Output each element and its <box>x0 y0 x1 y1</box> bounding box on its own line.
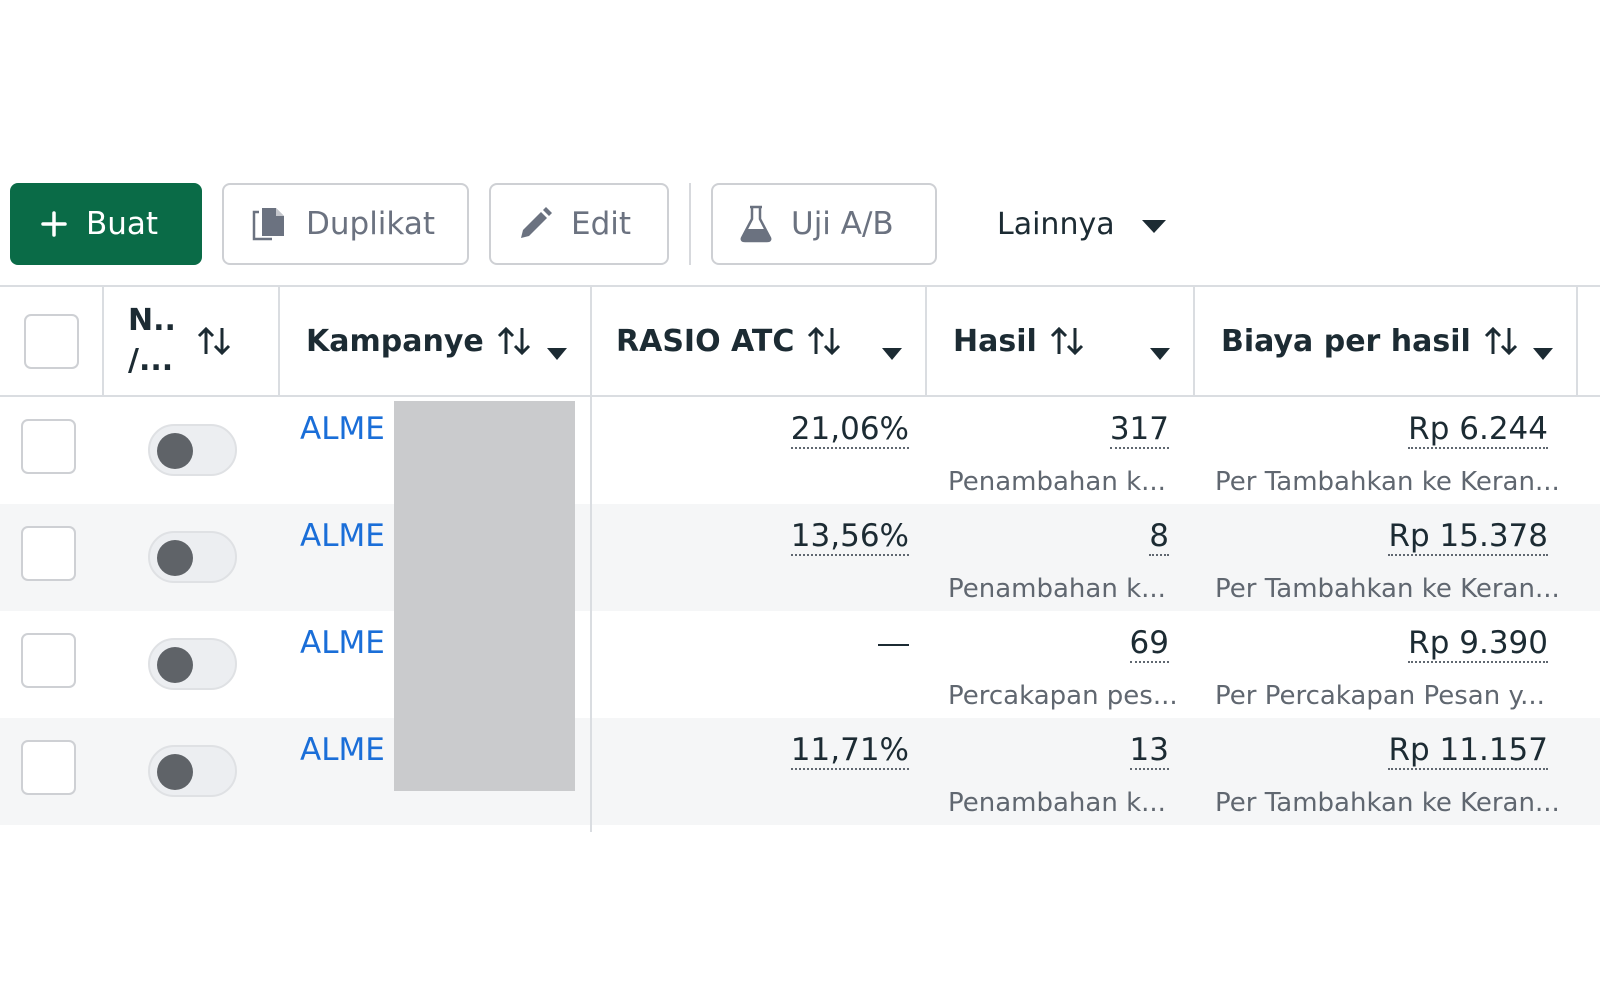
duplicate-button-label: Duplikat <box>306 206 435 242</box>
select-all-checkbox[interactable] <box>23 313 79 369</box>
atc-ratio-value[interactable]: 13,56% <box>790 518 909 556</box>
toolbar: Buat Duplikat Edit Uji A/B Lainnya <box>10 183 1167 265</box>
results-header-label: Hasil <box>953 323 1037 359</box>
header-atc-ratio[interactable]: RASIO ATC <box>592 287 927 395</box>
status-header-text: N.. /... <box>128 301 176 381</box>
create-button-label: Buat <box>86 206 159 242</box>
results-value[interactable]: 13 <box>1129 732 1169 770</box>
campaign-toggle[interactable] <box>148 531 237 583</box>
header-status[interactable]: N.. /... <box>104 287 280 395</box>
pencil-icon <box>517 206 553 242</box>
results-value[interactable]: 69 <box>1129 625 1169 663</box>
atc-ratio-empty: — <box>878 625 909 660</box>
cost-per-result-type: Per Tambahkan ke Keran... <box>1215 574 1560 604</box>
duplicate-icon <box>250 206 288 242</box>
flask-icon <box>739 205 773 243</box>
column-menu-caret-icon[interactable] <box>881 334 903 369</box>
results-value[interactable]: 317 <box>1109 411 1169 449</box>
sort-icon[interactable] <box>496 326 532 356</box>
sort-icon[interactable] <box>1483 326 1519 356</box>
campaign-toggle[interactable] <box>148 424 237 476</box>
results-type: Penambahan k... <box>948 467 1166 497</box>
table-row[interactable]: ALME 13,56% 8 Penambahan k... Rp 15.378 … <box>0 504 1600 611</box>
cost-per-result-header-label: Biaya per hasil <box>1221 323 1471 359</box>
status-header-line1: N.. <box>128 303 176 338</box>
atc-ratio-value[interactable]: 21,06% <box>790 411 909 449</box>
plus-icon <box>40 210 68 238</box>
toggle-knob <box>157 647 193 683</box>
row-checkbox[interactable] <box>21 419 76 474</box>
campaign-name-link[interactable]: ALME <box>300 518 385 554</box>
atc-ratio-value[interactable]: 11,71% <box>790 732 909 770</box>
campaign-name-link[interactable]: ALME <box>300 625 385 661</box>
more-dropdown[interactable]: Lainnya <box>975 183 1167 265</box>
header-cost-per-result[interactable]: Biaya per hasil <box>1195 287 1578 395</box>
sort-icon[interactable] <box>806 326 842 356</box>
duplicate-button[interactable]: Duplikat <box>222 183 469 265</box>
column-menu-caret-icon[interactable] <box>546 334 568 369</box>
header-select-all-cell <box>0 287 104 395</box>
table-row[interactable]: ALME 11,71% 13 Penambahan k... Rp 11.157… <box>0 718 1600 825</box>
more-dropdown-label: Lainnya <box>997 206 1115 242</box>
edit-button[interactable]: Edit <box>489 183 669 265</box>
create-button[interactable]: Buat <box>10 183 202 265</box>
results-type: Percakapan pes... <box>948 681 1178 711</box>
atc-ratio-header-label: RASIO ATC <box>616 323 795 359</box>
sort-icon[interactable] <box>196 326 232 356</box>
caret-down-icon <box>1141 207 1167 242</box>
results-value[interactable]: 8 <box>1149 518 1169 556</box>
header-results[interactable]: Hasil <box>927 287 1195 395</box>
toggle-knob <box>157 754 193 790</box>
column-divider <box>590 285 592 832</box>
toggle-knob <box>157 433 193 469</box>
row-checkbox[interactable] <box>21 526 76 581</box>
table-row[interactable]: ALME 21,06% 317 Penambahan k... Rp 6.244… <box>0 397 1600 504</box>
cost-per-result-value[interactable]: Rp 15.378 <box>1388 518 1548 556</box>
edit-button-label: Edit <box>571 206 632 242</box>
ab-test-button[interactable]: Uji A/B <box>711 183 937 265</box>
campaign-toggle[interactable] <box>148 745 237 797</box>
toolbar-divider <box>689 183 691 265</box>
cost-per-result-type: Per Percakapan Pesan y... <box>1215 681 1545 711</box>
table-header: N.. /... Kampanye RASIO ATC Hasil Biaya … <box>0 285 1600 397</box>
cost-per-result-value[interactable]: Rp 6.244 <box>1408 411 1548 449</box>
toggle-knob <box>157 540 193 576</box>
campaign-table: N.. /... Kampanye RASIO ATC Hasil Biaya … <box>0 285 1600 825</box>
row-checkbox[interactable] <box>21 633 76 688</box>
campaign-name-link[interactable]: ALME <box>300 732 385 768</box>
ab-test-button-label: Uji A/B <box>791 206 894 242</box>
table-row[interactable]: ALME — 69 Percakapan pes... Rp 9.390 Per… <box>0 611 1600 718</box>
results-type: Penambahan k... <box>948 788 1166 818</box>
sort-icon[interactable] <box>1049 326 1085 356</box>
column-menu-caret-icon[interactable] <box>1149 334 1171 369</box>
status-header-line2: /... <box>128 343 174 378</box>
campaign-toggle[interactable] <box>148 638 237 690</box>
cost-per-result-value[interactable]: Rp 11.157 <box>1388 732 1548 770</box>
redaction-block <box>394 401 575 791</box>
column-menu-caret-icon[interactable] <box>1532 334 1554 369</box>
campaign-name-link[interactable]: ALME <box>300 411 385 447</box>
cost-per-result-type: Per Tambahkan ke Keran... <box>1215 788 1560 818</box>
row-checkbox[interactable] <box>21 740 76 795</box>
results-type: Penambahan k... <box>948 574 1166 604</box>
campaign-header-label: Kampanye <box>306 323 484 359</box>
cost-per-result-value[interactable]: Rp 9.390 <box>1408 625 1548 663</box>
cost-per-result-type: Per Tambahkan ke Keran... <box>1215 467 1560 497</box>
header-campaign[interactable]: Kampanye <box>280 287 592 395</box>
